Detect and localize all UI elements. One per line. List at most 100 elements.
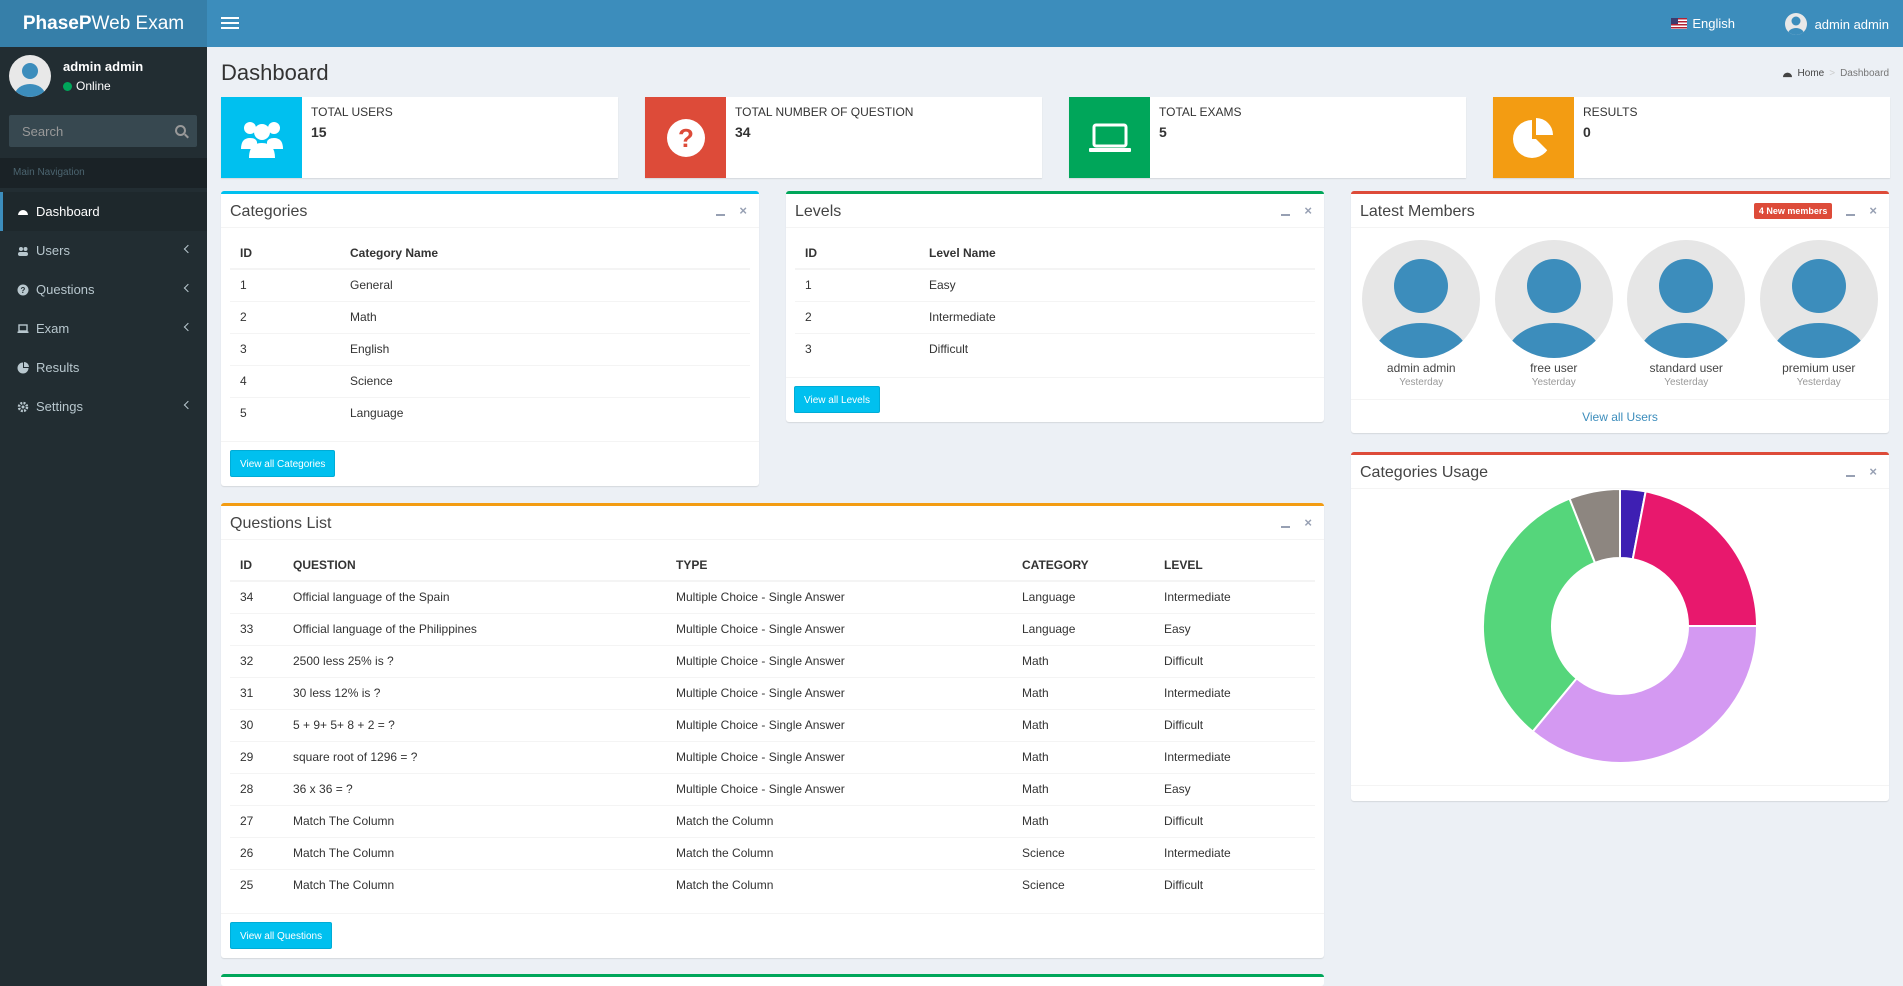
sidebar-item-exam[interactable]: Exam — [0, 309, 207, 348]
close-icon[interactable]: × — [1869, 464, 1877, 480]
table-cell: 27 — [230, 804, 283, 837]
box-tools: × — [1281, 515, 1312, 531]
user-avatar-icon — [1784, 13, 1807, 35]
stat-label: RESULTS — [1583, 105, 1638, 119]
search-icon[interactable] — [175, 125, 186, 136]
members-list: admin admin Yesterday free user Yesterday st… — [1351, 228, 1889, 388]
donut-slice[interactable] — [1531, 625, 1759, 764]
sidebar-search-input[interactable]: Search — [9, 115, 197, 147]
table-cell: Multiple Choice - Single Answer — [666, 676, 1012, 709]
table-cell: General — [340, 268, 750, 301]
users-icon — [221, 97, 302, 178]
stat-total-questions: ? TOTAL NUMBER OF QUESTION 34 — [645, 97, 1042, 178]
svg-text:?: ? — [21, 286, 26, 295]
table-cell: 3 — [230, 332, 340, 365]
table-cell: Match The Column — [283, 804, 666, 837]
collapse-icon[interactable] — [716, 213, 726, 216]
stat-label: TOTAL NUMBER OF QUESTION — [735, 105, 914, 119]
sidebar-item-label: Results — [36, 360, 80, 375]
table-cell: 2 — [230, 300, 340, 333]
collapse-icon[interactable] — [1281, 525, 1291, 528]
breadcrumb-home[interactable]: Home — [1798, 68, 1825, 79]
table-row: 25 Match The Column Match the Column Scienc… — [230, 868, 1315, 901]
app-logo[interactable]: PhaseP Web Exam — [0, 0, 207, 47]
member-name: free user — [1530, 361, 1578, 375]
view-all-levels-button[interactable]: View all Levels — [794, 386, 880, 413]
sidebar-toggle-icon[interactable] — [221, 14, 239, 32]
view-all-categories-button[interactable]: View all Categories — [230, 450, 336, 477]
collapse-icon[interactable] — [1846, 474, 1856, 477]
box-header: Categories × — [221, 194, 759, 228]
table-cell: Match the Column — [666, 868, 1012, 901]
laptop-icon — [1069, 97, 1150, 178]
question-circle-icon: ? — [645, 97, 726, 178]
table-cell: Match The Column — [283, 868, 666, 901]
close-icon[interactable]: × — [1304, 203, 1312, 219]
box-title: Categories — [230, 203, 308, 220]
breadcrumb: Home > Dashboard — [1782, 68, 1889, 79]
sidebar-item-users[interactable]: Users — [0, 231, 207, 270]
user-menu[interactable]: admin admin — [1784, 13, 1889, 35]
sidebar-item-results[interactable]: Results — [0, 348, 207, 387]
collapse-icon[interactable] — [1281, 213, 1291, 216]
sidebar-item-settings[interactable]: Settings — [0, 387, 207, 426]
stat-value: 5 — [1159, 124, 1167, 140]
chevron-left-icon — [183, 400, 193, 410]
table-row: 33 Official language of the Philippines Mu… — [230, 612, 1315, 645]
box-tools: × — [1281, 203, 1312, 219]
language-selector[interactable]: English — [1671, 16, 1735, 31]
stat-label: TOTAL EXAMS — [1159, 105, 1242, 119]
member-card[interactable]: premium user Yesterday — [1759, 240, 1878, 388]
table-cell: Match The Column — [283, 836, 666, 869]
chevron-left-icon — [183, 283, 193, 293]
table-row: 26 Match The Column Match the Column Scienc… — [230, 836, 1315, 869]
table-row: 31 30 less 12% is ? Multiple Choice - Sing… — [230, 676, 1315, 709]
sidebar-item-dashboard[interactable]: Dashboard — [0, 192, 207, 231]
stat-total-users: TOTAL USERS 15 — [221, 97, 618, 178]
table-cell: Language — [340, 396, 750, 429]
logo-bold: PhaseP — [22, 12, 92, 34]
table-cell: 29 — [230, 740, 283, 773]
table-cell: Official language of the Spain — [283, 580, 666, 613]
us-flag-icon — [1671, 18, 1688, 29]
table-cell: 28 — [230, 772, 283, 805]
user-panel: admin admin Online — [0, 47, 207, 109]
stat-value: 15 — [311, 124, 327, 140]
dashboard-icon — [1782, 72, 1792, 78]
page-title: Dashboard — [221, 60, 329, 85]
table-row: 4 Science — [230, 364, 750, 397]
table-row: 27 Match The Column Match the Column Math Di… — [230, 804, 1315, 837]
box-tools: × — [716, 203, 747, 219]
member-card[interactable]: standard user Yesterday — [1627, 240, 1746, 388]
sidebar-item-questions[interactable]: ? Questions — [0, 270, 207, 309]
member-card[interactable]: free user Yesterday — [1494, 240, 1613, 388]
box-header: Levels × — [786, 194, 1324, 228]
table-cell: Language — [1012, 580, 1154, 613]
table-cell: 30 less 12% is ? — [283, 676, 666, 709]
collapse-icon[interactable] — [1846, 213, 1856, 216]
table-cell: 3 — [795, 332, 919, 365]
avatar — [1627, 240, 1746, 358]
chevron-left-icon — [183, 244, 193, 254]
view-all-questions-button[interactable]: View all Questions — [230, 922, 333, 949]
table-cell: Easy — [1154, 772, 1315, 805]
table-cell: Math — [1012, 740, 1154, 773]
table-cell: 5 — [230, 396, 340, 429]
close-icon[interactable]: × — [739, 203, 747, 219]
view-all-users-link[interactable]: View all Users — [1351, 399, 1889, 433]
table-cell: 4 — [230, 364, 340, 397]
table-cell: Math — [1012, 804, 1154, 837]
table-cell: 1 — [230, 268, 340, 301]
member-card[interactable]: admin admin Yesterday — [1362, 240, 1481, 388]
table-cell: Difficult — [1154, 868, 1315, 901]
stat-total-exams: TOTAL EXAMS 5 — [1069, 97, 1466, 178]
stat-value: 34 — [735, 124, 751, 140]
close-icon[interactable]: × — [1869, 203, 1877, 219]
table-cell: English — [340, 332, 750, 365]
close-icon[interactable]: × — [1304, 515, 1312, 531]
donut-slice[interactable] — [1631, 490, 1759, 627]
questions-list-box: Questions List × ID QUESTION TYPE CATEGO… — [221, 503, 1324, 958]
table-cell: Difficult — [919, 332, 1315, 365]
stat-value: 0 — [1583, 124, 1591, 140]
box-header: Latest Members 4 New members × — [1351, 194, 1889, 228]
